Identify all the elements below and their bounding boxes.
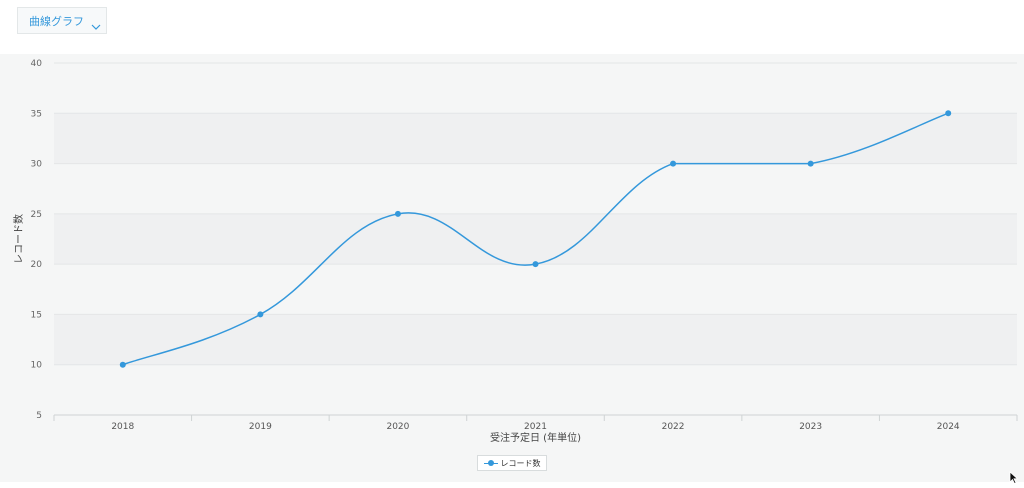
y-tick-label: 20 bbox=[31, 260, 43, 270]
grid-band bbox=[54, 364, 1017, 415]
grid-band bbox=[54, 213, 1017, 265]
y-tick-label: 10 bbox=[31, 361, 43, 371]
x-axis-title: 受注予定日 (年単位) bbox=[490, 431, 581, 444]
y-tick-label: 30 bbox=[31, 160, 43, 170]
x-tick-label: 2023 bbox=[799, 422, 822, 432]
line-chart: 5 10 15 20 25 30 35 40 2018 2019 2020 2021 2022 2023 2… bbox=[12, 59, 1018, 444]
data-point bbox=[532, 261, 539, 268]
grid-band bbox=[54, 63, 1017, 114]
mouse-pointer-icon bbox=[1009, 469, 1019, 488]
chart-legend[interactable]: レコード数 bbox=[477, 455, 547, 471]
y-tick-label: 5 bbox=[36, 411, 42, 421]
grid-band bbox=[54, 264, 1017, 315]
y-axis-title: レコード数 bbox=[12, 214, 25, 264]
data-point bbox=[945, 110, 952, 117]
y-tick-label: 40 bbox=[31, 59, 43, 69]
grid-band bbox=[54, 314, 1017, 365]
y-tick-label: 25 bbox=[31, 210, 42, 220]
x-tick-label: 2024 bbox=[937, 422, 960, 432]
legend-label: レコード数 bbox=[500, 458, 541, 468]
data-point bbox=[119, 361, 126, 368]
x-tick-label: 2018 bbox=[111, 422, 134, 432]
data-point bbox=[394, 210, 401, 217]
data-point bbox=[257, 311, 264, 318]
y-tick-label: 35 bbox=[31, 109, 42, 119]
x-tick-label: 2020 bbox=[386, 422, 409, 432]
x-tick-label: 2022 bbox=[662, 422, 685, 432]
y-tick-label: 15 bbox=[31, 310, 42, 320]
data-point bbox=[670, 160, 677, 167]
grid-band bbox=[54, 113, 1017, 164]
x-tick-label: 2019 bbox=[249, 422, 272, 432]
data-point bbox=[807, 160, 814, 167]
x-tick-label: 2021 bbox=[524, 422, 547, 432]
grid-band bbox=[54, 163, 1017, 214]
legend-marker-icon bbox=[483, 459, 498, 467]
